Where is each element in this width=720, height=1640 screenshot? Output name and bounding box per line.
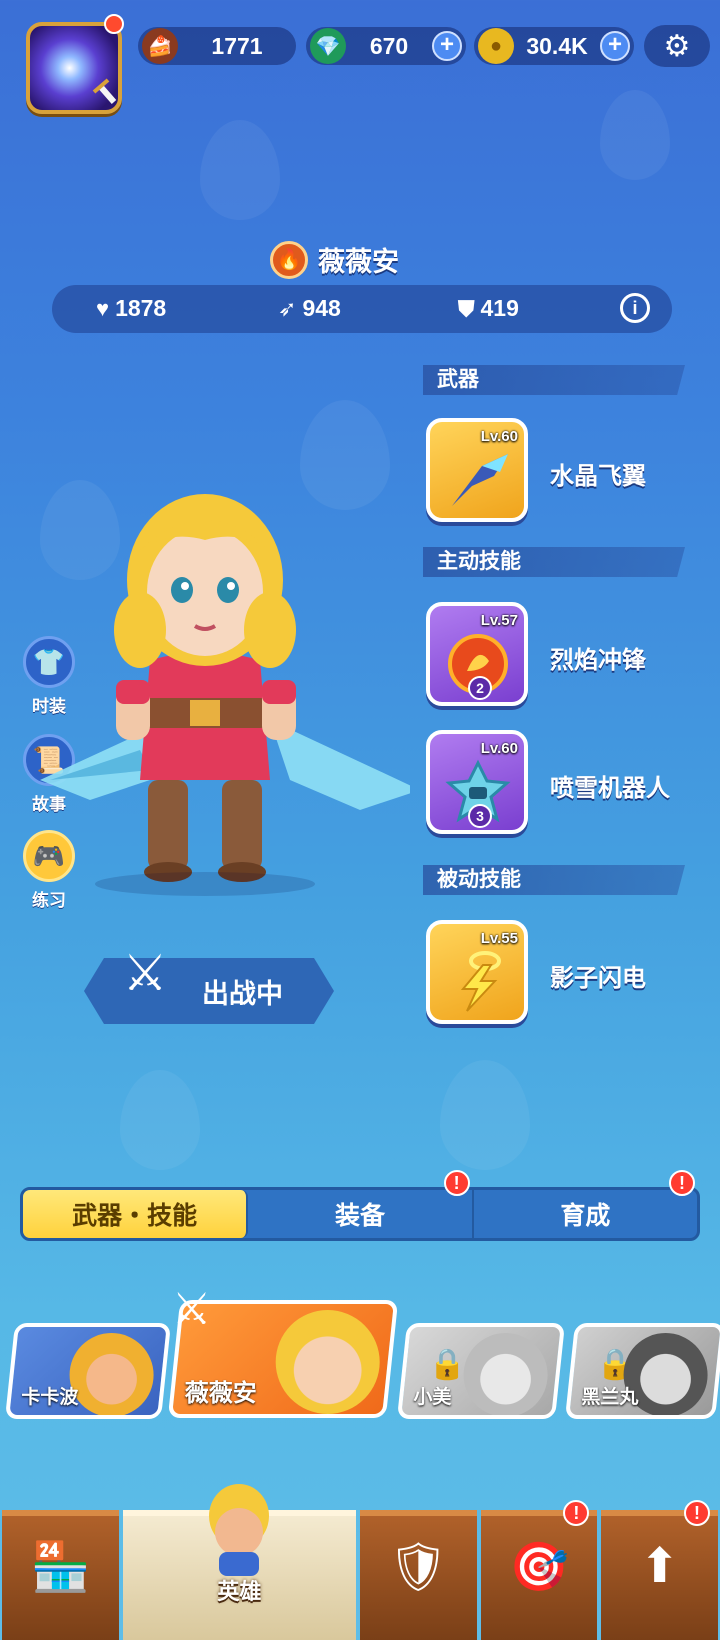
weapon-name: 水晶飞翼 (550, 463, 646, 490)
crossed-swords-icon: ⚔ (172, 1285, 212, 1334)
alert-icon: ! (443, 1170, 470, 1196)
alert-icon: ! (563, 1500, 590, 1526)
skill-level: Lv.57 (480, 612, 518, 629)
hero-card-name: 薇薇安 (184, 1380, 257, 1407)
hero-portrait (275, 1310, 380, 1414)
add-gems-button[interactable]: + (432, 31, 462, 61)
hero-portrait (69, 1333, 154, 1417)
upgrade-arrow-icon: ⬆ (639, 1540, 680, 1593)
hero-name: 薇薇安 (318, 247, 399, 277)
weapon-slot[interactable]: Lv.60 (426, 418, 528, 522)
hero-card-kakabo[interactable]: 卡卡波 (4, 1323, 172, 1419)
attack-icon: ➶ (278, 295, 297, 321)
crystal-wing-icon (442, 446, 514, 514)
heart-icon: ♥ (96, 295, 110, 321)
shield-icon: ⛊ (458, 295, 475, 321)
tab-equipment[interactable]: 装备 ! (248, 1170, 474, 1238)
passive-skill-name: 影子闪电 (550, 965, 646, 992)
gem-currency: 💎 670 + (306, 27, 466, 65)
shadow-lightning-icon (442, 948, 514, 1016)
settings-button[interactable]: ⚙ (644, 25, 710, 67)
hero-card-name: 卡卡波 (21, 1387, 79, 1408)
cake-currency: 🍰 1771 (138, 27, 296, 65)
hero-portrait (463, 1333, 548, 1417)
skill-count-badge: 2 (468, 676, 492, 700)
notification-dot (104, 14, 124, 34)
coin-currency: ● 30.4K + (474, 27, 634, 65)
background-flame (200, 120, 280, 220)
hero-card-xiaomei[interactable]: 🔒 小美 (396, 1323, 566, 1419)
hero-avatar-icon (199, 1482, 279, 1578)
defense-stat: ⛊ 419 (458, 295, 519, 322)
section-passive-skills: 被动技能 (423, 865, 685, 895)
nav-shop[interactable]: 🏪 (2, 1510, 119, 1640)
hero-stats-bar: ♥ 1878 ➶ 948 ⛊ 419 i (52, 285, 672, 333)
alert-icon: ! (668, 1170, 695, 1196)
add-coins-button[interactable]: + (600, 31, 630, 61)
shop-icon: 🏪 (30, 1541, 91, 1594)
fire-element-icon: 🔥 (270, 240, 308, 279)
active-skill-2[interactable]: Lv.60 3 (426, 730, 528, 834)
bottom-navigation: 🏪 英雄 🛡 🎯 ! ⬆ ! (0, 1484, 720, 1640)
skill-count-badge: 3 (468, 804, 492, 828)
background-flame (120, 1070, 200, 1170)
nav-heroes-label: 英雄 (217, 1579, 262, 1604)
passive-skill[interactable]: Lv.55 (426, 920, 528, 1024)
defense-value: 419 (480, 295, 519, 321)
gear-icon: ⚙ (663, 29, 691, 63)
hp-value: 1878 (115, 295, 167, 321)
hero-card-heilanwan[interactable]: 🔒 黑兰丸 (564, 1323, 720, 1419)
nav-heroes[interactable]: 英雄 (122, 1484, 356, 1640)
battle-shield-icon: 🛡 (387, 1541, 449, 1594)
hp-stat: ♥ 1878 (96, 295, 166, 322)
gem-value: 670 (369, 32, 409, 59)
hero-character-model (30, 480, 420, 900)
background-flame (440, 1060, 530, 1170)
deployed-label: 出战中 (202, 978, 283, 1009)
background-flame (600, 90, 670, 180)
section-weapon: 武器 (423, 365, 685, 395)
tab-label: 装备 (334, 1202, 385, 1230)
skill-level: Lv.60 (480, 428, 518, 445)
tab-training[interactable]: 育成 ! (474, 1170, 697, 1238)
tab-weapon-skills[interactable]: 武器・技能 (23, 1190, 249, 1238)
hero-tabs: 武器・技能 装备 ! 育成 ! (20, 1170, 700, 1241)
lock-icon: 🔒 (428, 1348, 467, 1381)
active-skill-2-name: 喷雪机器人 (550, 775, 670, 802)
crossed-swords-icon: ⚔ (122, 945, 168, 1001)
hero-card-name: 黑兰丸 (581, 1387, 639, 1408)
tab-label: 武器・技能 (72, 1202, 198, 1230)
target-icon: 🎯 (509, 1541, 569, 1594)
player-avatar[interactable] (26, 22, 122, 114)
cake-icon: 🍰 (142, 28, 178, 64)
skill-level: Lv.60 (480, 740, 518, 757)
hero-card-name: 小美 (413, 1387, 452, 1408)
active-skill-1-name: 烈焰冲锋 (550, 647, 646, 674)
alert-icon: ! (684, 1500, 711, 1526)
attack-value: 948 (302, 295, 341, 321)
hero-title: 🔥 薇薇安 (270, 240, 399, 279)
coin-icon: ● (478, 28, 514, 64)
cake-value: 1771 (211, 32, 263, 59)
nav-events[interactable]: 🎯 ! (480, 1500, 598, 1640)
info-icon[interactable]: i (620, 293, 650, 323)
nav-battle[interactable]: 🛡 (360, 1510, 477, 1640)
attack-stat: ➶ 948 (278, 295, 341, 322)
skill-level: Lv.55 (480, 930, 518, 947)
section-active-skills: 主动技能 (423, 547, 685, 577)
nav-upgrade[interactable]: ⬆ ! (601, 1500, 719, 1640)
sword-icon (92, 78, 117, 104)
coin-value: 30.4K (526, 32, 588, 59)
active-skill-1[interactable]: Lv.57 2 (426, 602, 528, 706)
tab-label: 育成 (560, 1202, 611, 1230)
gem-icon: 💎 (310, 28, 346, 64)
